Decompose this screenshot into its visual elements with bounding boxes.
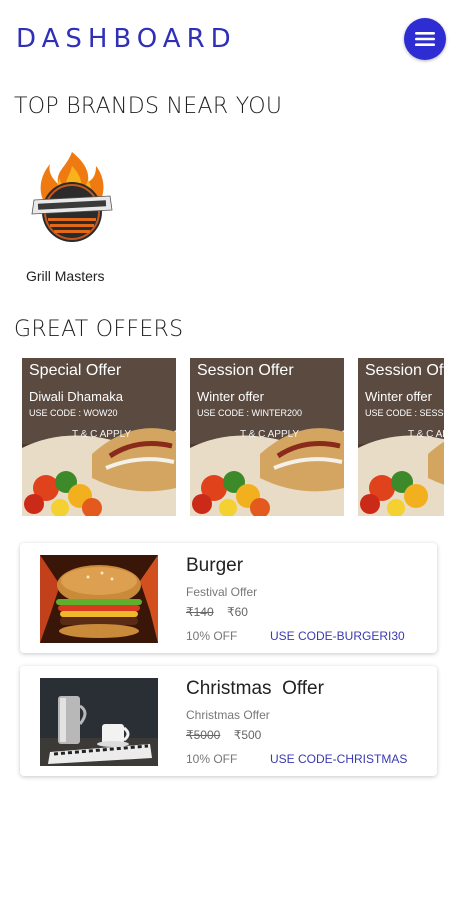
deal-subtitle: Festival Offer bbox=[186, 585, 258, 599]
deal-discount: 10% OFF bbox=[186, 752, 238, 766]
deal-code: USE CODE-CHRISTMAS bbox=[270, 752, 408, 766]
new-price: ₹500 bbox=[233, 728, 262, 742]
coffee-image bbox=[40, 678, 158, 766]
offer-code: USE CODE : WINTER200 bbox=[197, 408, 303, 418]
offer-subtitle: Winter offer bbox=[197, 389, 264, 404]
offer-terms: T & C APPLY bbox=[72, 429, 132, 440]
hamburger-menu-icon bbox=[415, 32, 435, 46]
offer-title: Session Offer bbox=[197, 362, 294, 379]
app-header: DASHBOARD bbox=[0, 0, 457, 80]
grill-masters-logo bbox=[31, 152, 113, 242]
new-price: ₹60 bbox=[227, 605, 248, 619]
offer-title: Special Offer bbox=[29, 362, 122, 379]
offer-subtitle: Diwali Dhamaka bbox=[29, 389, 123, 404]
offer-card-session[interactable]: Session Offer Winter offer USE CODE : WI… bbox=[190, 358, 344, 516]
old-price: ₹5000 bbox=[186, 728, 221, 742]
deal-discount: 10% OFF bbox=[186, 629, 238, 643]
brand-item-grill-masters[interactable]: Grill Masters bbox=[22, 150, 122, 284]
top-brands-heading: TOP BRANDS NEAR YOU bbox=[14, 94, 283, 119]
offer-code: USE CODE : WOW20 bbox=[29, 408, 118, 418]
deal-title: Burger bbox=[186, 555, 244, 576]
brand-name: Grill Masters bbox=[26, 268, 105, 284]
menu-button[interactable] bbox=[404, 18, 446, 60]
deal-title: Christmas Offer bbox=[186, 678, 324, 699]
offer-code: USE CODE : SESSION bbox=[365, 408, 444, 418]
offer-card-session-2[interactable]: Session Offer Winter offer USE CODE : SE… bbox=[358, 358, 444, 516]
old-price: ₹140 bbox=[186, 605, 214, 619]
offers-carousel[interactable]: Special Offer Diwali Dhamaka USE CODE : … bbox=[0, 358, 444, 518]
burger-image bbox=[40, 555, 158, 643]
deal-code: USE CODE-BURGERI30 bbox=[270, 629, 405, 643]
deal-prices: ₹140 ₹60 bbox=[186, 605, 248, 619]
deal-card-burger[interactable]: Burger Festival Offer ₹140 ₹60 10% OFF U… bbox=[20, 543, 437, 653]
great-offers-heading: GREAT OFFERS bbox=[14, 317, 184, 342]
offer-subtitle: Winter offer bbox=[365, 389, 432, 404]
offer-terms: T & C APPLY bbox=[408, 429, 444, 440]
offer-terms: T & C APPLY bbox=[240, 429, 300, 440]
deal-card-christmas[interactable]: Christmas Offer Christmas Offer ₹5000 ₹5… bbox=[20, 666, 437, 776]
offer-title: Session Offer bbox=[365, 362, 444, 379]
deal-subtitle: Christmas Offer bbox=[186, 708, 270, 722]
deal-prices: ₹5000 ₹500 bbox=[186, 728, 261, 742]
page-title: DASHBOARD bbox=[16, 24, 237, 54]
offer-card-special[interactable]: Special Offer Diwali Dhamaka USE CODE : … bbox=[22, 358, 176, 516]
